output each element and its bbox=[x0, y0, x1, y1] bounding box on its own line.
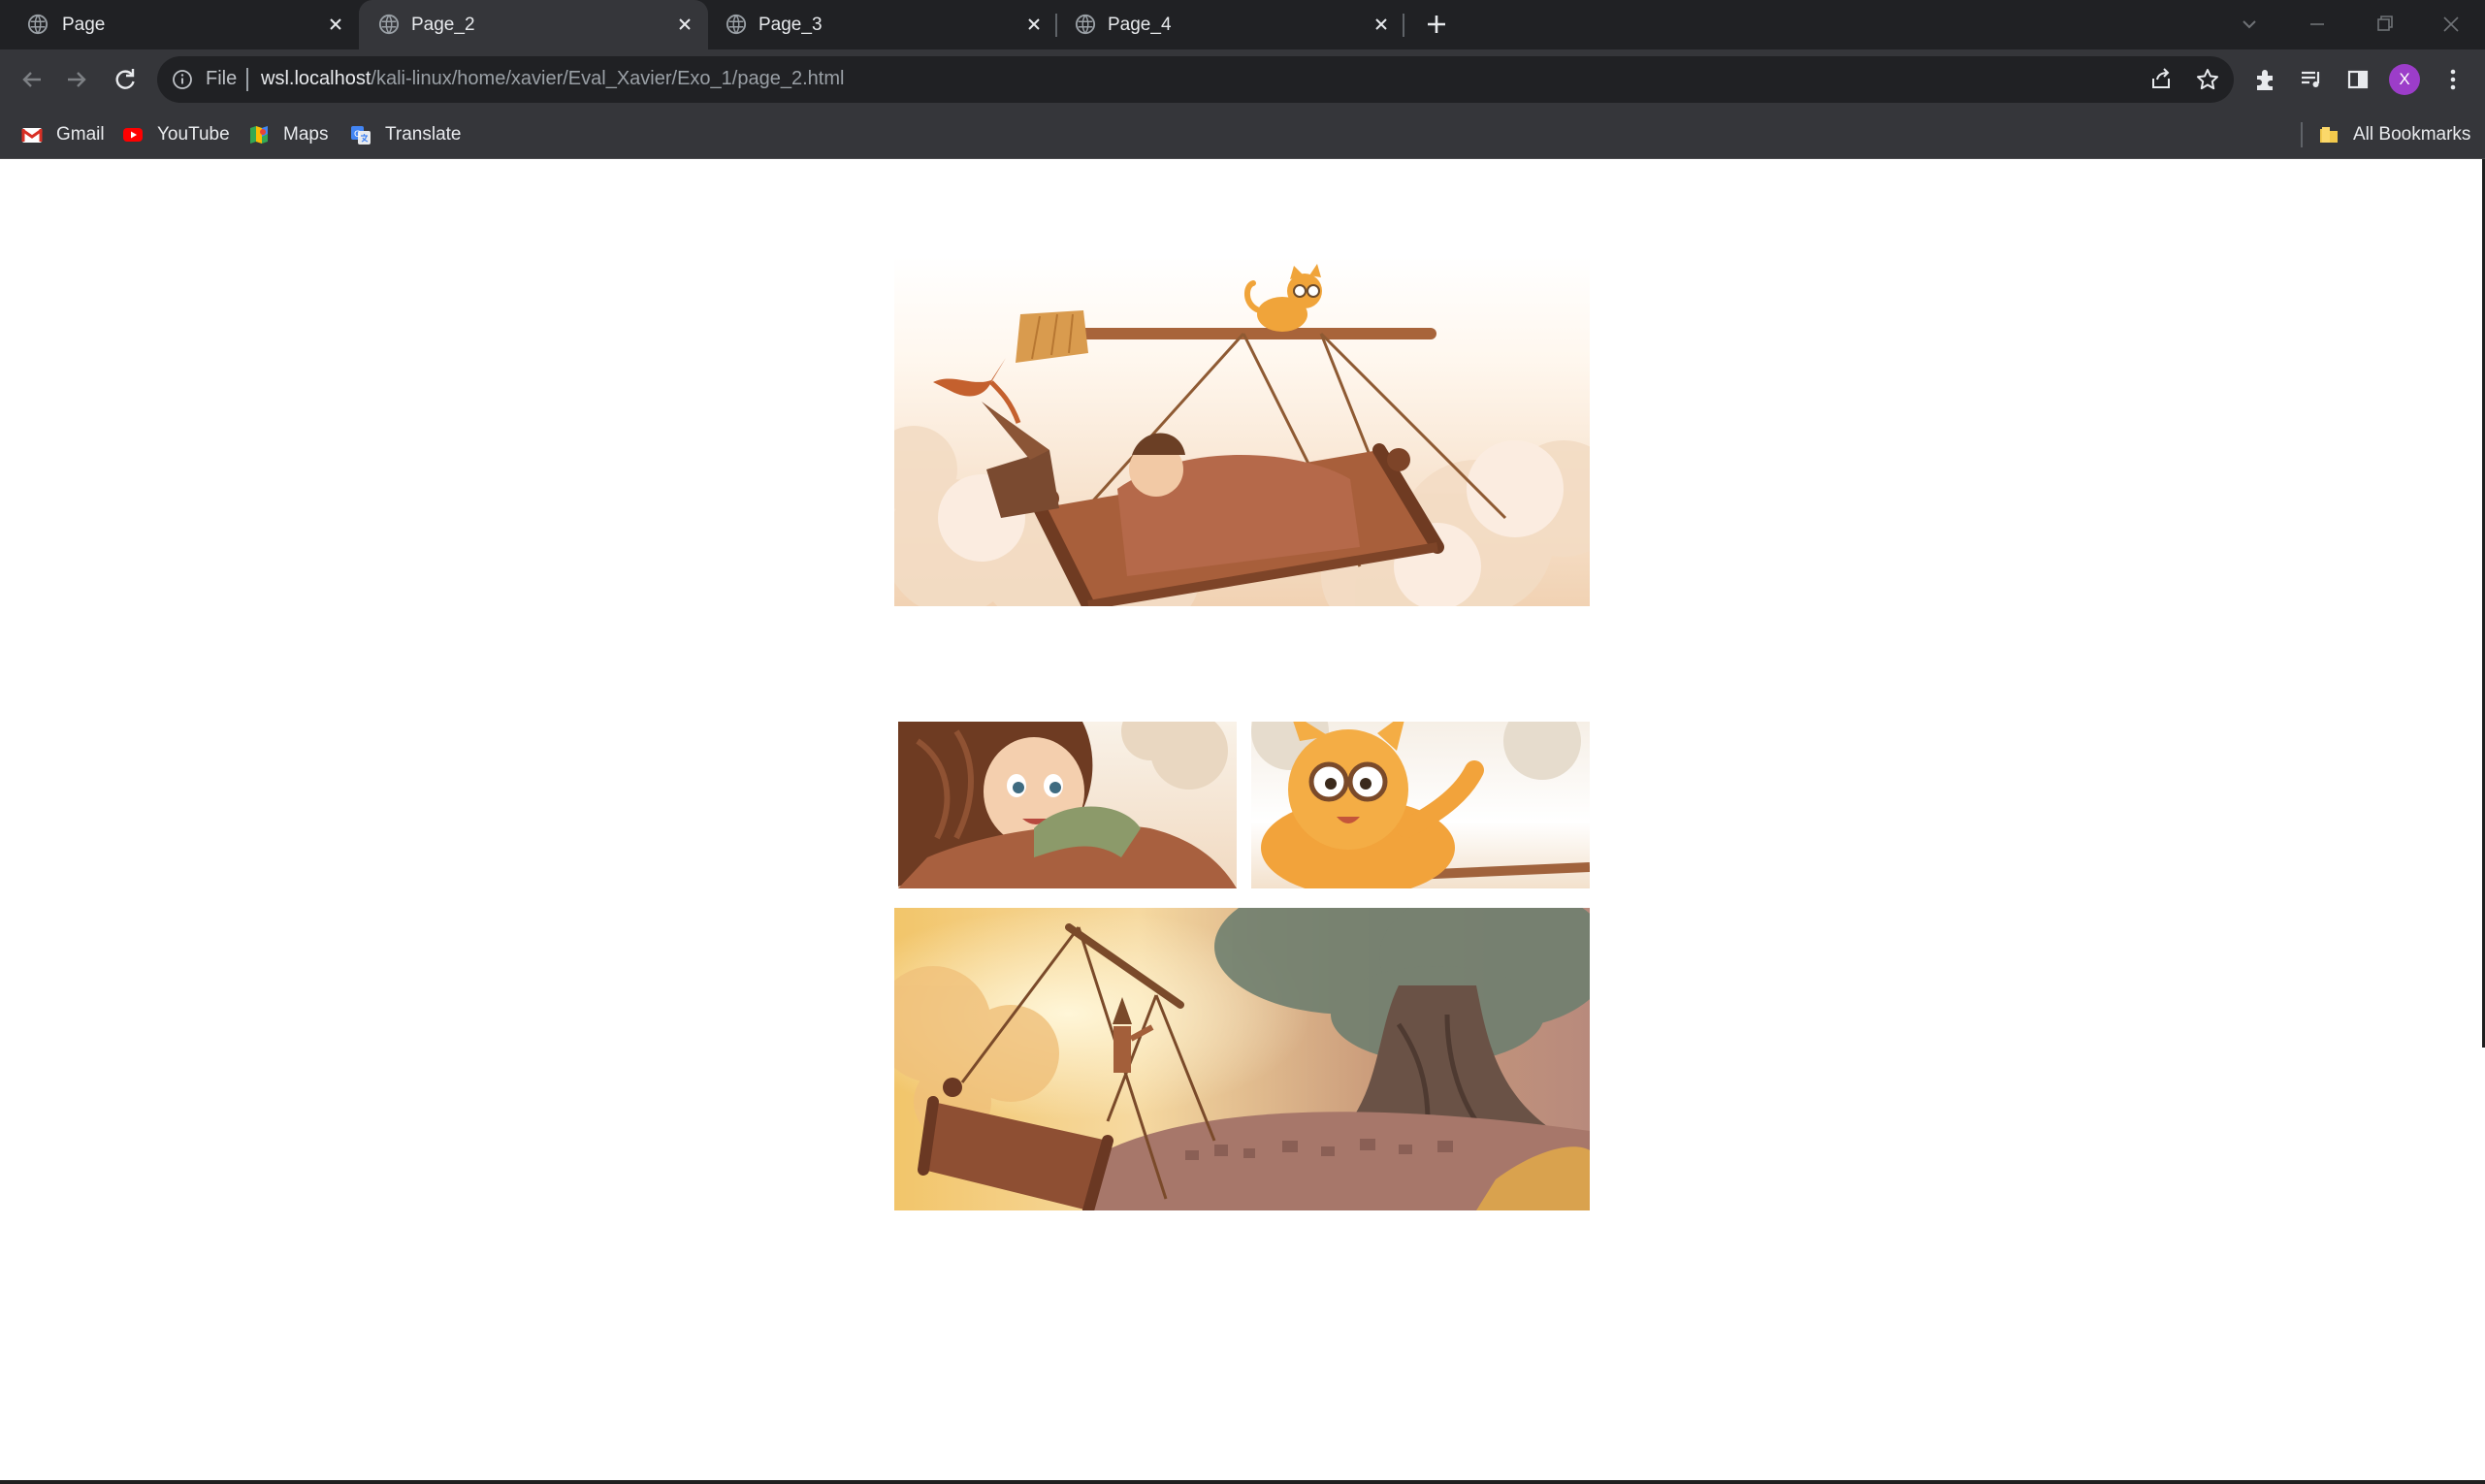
globe-icon bbox=[27, 14, 48, 35]
close-tab-icon[interactable] bbox=[1022, 13, 1046, 36]
comic-panel-sunset-tree bbox=[894, 908, 1590, 1210]
gmail-icon bbox=[21, 128, 43, 143]
tab-search-chevron-icon[interactable] bbox=[2235, 10, 2264, 39]
close-tab-icon[interactable] bbox=[324, 13, 347, 36]
tab-page-2[interactable]: Page_2 bbox=[359, 0, 708, 49]
flying-bed-illustration bbox=[894, 256, 1590, 606]
url-host: wsl.localhost bbox=[261, 68, 371, 89]
tab-title: Page_3 bbox=[758, 15, 823, 35]
restore-icon[interactable] bbox=[2371, 10, 2400, 39]
bookmark-label: Translate bbox=[385, 124, 462, 145]
comic-panel-cat bbox=[1251, 722, 1590, 888]
tab-page-4[interactable]: Page_4 bbox=[1057, 0, 1404, 49]
address-separator bbox=[246, 68, 248, 91]
comic-panel-flying-bed bbox=[894, 256, 1590, 606]
youtube-icon bbox=[123, 128, 143, 142]
new-tab-icon[interactable] bbox=[1422, 10, 1451, 39]
bookmark-translate[interactable]: G Translate bbox=[350, 111, 462, 159]
scheme-label: File bbox=[206, 68, 238, 89]
forward-arrow-icon[interactable] bbox=[60, 63, 93, 96]
page-viewport bbox=[0, 159, 2485, 1484]
url-text[interactable]: wsl.localhost/kali-linux/home/xavier/Eva… bbox=[261, 68, 844, 90]
profile-avatar[interactable]: X bbox=[2389, 64, 2420, 95]
bookmarks-bar: Gmail YouTube Maps G Translate All Bookm… bbox=[0, 111, 2485, 159]
url-path: /kali-linux/home/xavier/Eval_Xavier/Exo_… bbox=[371, 68, 845, 89]
globe-icon bbox=[1075, 14, 1096, 35]
girl-illustration bbox=[898, 722, 1237, 888]
browser-toolbar: File wsl.localhost/kali-linux/home/xavie… bbox=[0, 49, 2485, 111]
extensions-icon[interactable] bbox=[2248, 63, 2281, 96]
bookmark-label: Maps bbox=[283, 124, 329, 145]
back-arrow-icon[interactable] bbox=[16, 63, 48, 96]
tab-title: Page_4 bbox=[1108, 15, 1172, 35]
window-bottom-edge bbox=[0, 1480, 2485, 1484]
sunset-tree-illustration bbox=[894, 908, 1590, 1210]
svg-text:G: G bbox=[354, 130, 361, 140]
tab-separator bbox=[1403, 14, 1404, 37]
folder-icon bbox=[2320, 127, 2338, 143]
info-icon[interactable] bbox=[171, 68, 194, 91]
more-menu-icon[interactable] bbox=[2437, 63, 2469, 96]
close-tab-icon[interactable] bbox=[1370, 13, 1393, 36]
reload-icon[interactable] bbox=[109, 63, 142, 96]
bookmark-star-icon[interactable] bbox=[2194, 66, 2221, 93]
close-tab-icon[interactable] bbox=[673, 13, 696, 36]
bookmark-label: YouTube bbox=[157, 124, 230, 145]
bookmark-gmail[interactable]: Gmail bbox=[21, 111, 105, 159]
cat-illustration bbox=[1251, 722, 1590, 888]
address-bar[interactable]: File wsl.localhost/kali-linux/home/xavie… bbox=[157, 56, 2234, 103]
globe-icon bbox=[378, 14, 400, 35]
share-icon[interactable] bbox=[2147, 66, 2175, 93]
tab-page-3[interactable]: Page_3 bbox=[708, 0, 1055, 49]
tab-page[interactable]: Page bbox=[0, 0, 359, 49]
close-window-icon[interactable] bbox=[2437, 10, 2466, 39]
tab-title: Page_2 bbox=[411, 15, 475, 35]
tab-title: Page bbox=[62, 15, 106, 35]
minimize-icon[interactable] bbox=[2303, 10, 2332, 39]
bookmarks-separator bbox=[2301, 122, 2303, 147]
bookmark-maps[interactable]: Maps bbox=[248, 111, 328, 159]
maps-icon bbox=[250, 126, 268, 144]
globe-icon bbox=[726, 14, 747, 35]
translate-icon: G bbox=[351, 126, 371, 145]
all-bookmarks[interactable]: All Bookmarks bbox=[2318, 111, 2470, 159]
bookmark-youtube[interactable]: YouTube bbox=[122, 111, 230, 159]
bookmark-label: Gmail bbox=[56, 124, 105, 145]
comic-panel-girl bbox=[898, 722, 1237, 888]
tab-strip: Page Page_2 Page_3 Page_4 bbox=[0, 0, 2485, 49]
media-control-icon[interactable] bbox=[2295, 63, 2328, 96]
all-bookmarks-label: All Bookmarks bbox=[2353, 124, 2471, 145]
side-panel-icon[interactable] bbox=[2341, 63, 2374, 96]
